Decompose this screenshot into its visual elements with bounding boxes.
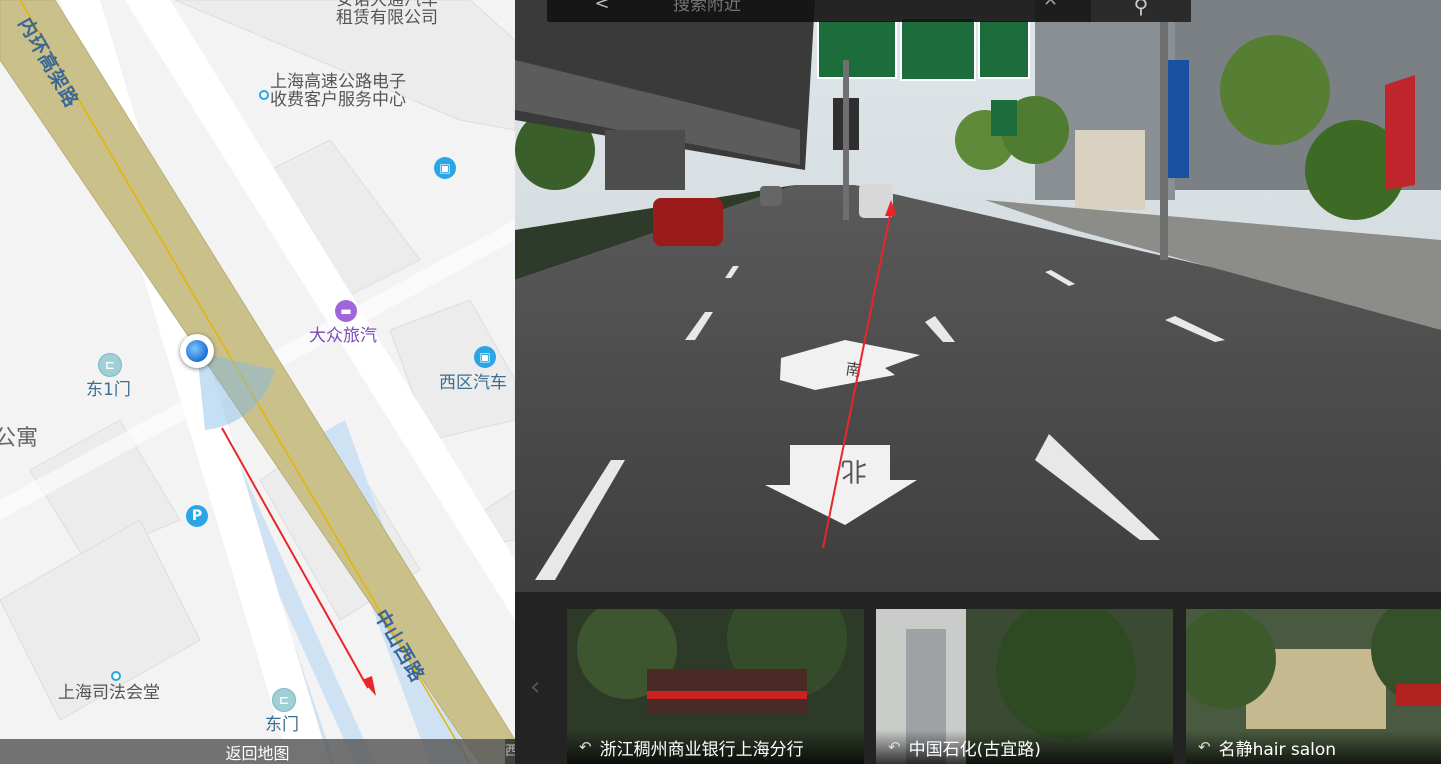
hotel-label[interactable]: 大众旅汽 (309, 327, 377, 346)
rotate-icon: ↶ (888, 738, 901, 756)
bus-icon[interactable]: ▣ (434, 157, 456, 179)
poi-thumbnail[interactable]: ↶ 中国石化(古宜路) (876, 609, 1173, 764)
thumbnail-caption: 浙江稠州商业银行上海分行 (599, 739, 804, 760)
panorama-scene[interactable]: 南 北 (515, 0, 1441, 592)
east-gate-1-label[interactable]: 东1门 (86, 381, 131, 400)
back-to-map-button[interactable]: 返回地图 西 (0, 739, 515, 764)
search-button[interactable]: ⚲ (1091, 0, 1191, 22)
arrow-north-label: 北 (841, 455, 867, 485)
back-to-map-label: 返回地图 (225, 743, 290, 763)
judicial-hall-label[interactable]: 上海司法会堂 (58, 684, 160, 703)
poi-thumbnail[interactable]: ↶ 名静hair salon (1186, 609, 1441, 764)
east-gate-label[interactable]: 东门 (265, 716, 299, 735)
thumbnail-caption: 中国石化(古宜路) (908, 739, 1041, 760)
highway-center-label[interactable]: 上海高速公路电子 收费客户服务中心 (270, 73, 406, 110)
thumbnail-caption: 名静hair salon (1218, 739, 1337, 760)
search-bar[interactable]: < ✕ ⚲ (547, 0, 1191, 22)
map-edge-label: 西 (505, 739, 515, 764)
search-input[interactable] (671, 0, 1035, 20)
clear-icon[interactable]: ✕ (1043, 0, 1058, 11)
rental-company-label: 安诺大通汽车 租赁有限公司 (336, 0, 438, 28)
hotel-icon[interactable]: ▬ (335, 300, 357, 322)
search-icon: ⚲ (1133, 0, 1149, 18)
map-canvas[interactable] (0, 0, 515, 764)
apartment-label: 公寓 (0, 426, 39, 451)
parking-icon[interactable]: P (186, 505, 208, 527)
west-auto-label[interactable]: 西区汽车 (439, 374, 507, 393)
poi-dot (111, 671, 121, 681)
street-view-panorama[interactable]: 南 北 < ✕ ⚲ (515, 0, 1441, 592)
bus-icon[interactable]: ▣ (474, 346, 496, 368)
map-panel[interactable]: 安诺大通汽车 租赁有限公司 上海高速公路电子 收费客户服务中心 ▣ ▬ 大众旅汽… (0, 0, 515, 764)
poi-dot (259, 90, 269, 100)
chevron-left-icon[interactable]: ‹ (530, 672, 540, 702)
gate-icon[interactable]: ⊏ (272, 688, 296, 712)
nearby-poi-strip: ‹ ↶ 浙江稠州商业银行上海分行 ↶ 中国石化(古宜路) ↶ 名静hair salon (515, 592, 1441, 764)
rotate-icon: ↶ (579, 738, 592, 756)
poi-thumbnail[interactable]: ↶ 浙江稠州商业银行上海分行 (567, 609, 864, 764)
back-button[interactable]: < (547, 0, 657, 22)
rotate-icon: ↶ (1198, 738, 1211, 756)
gate-icon[interactable]: ⊏ (98, 353, 122, 377)
streetview-position-marker[interactable] (180, 334, 214, 368)
